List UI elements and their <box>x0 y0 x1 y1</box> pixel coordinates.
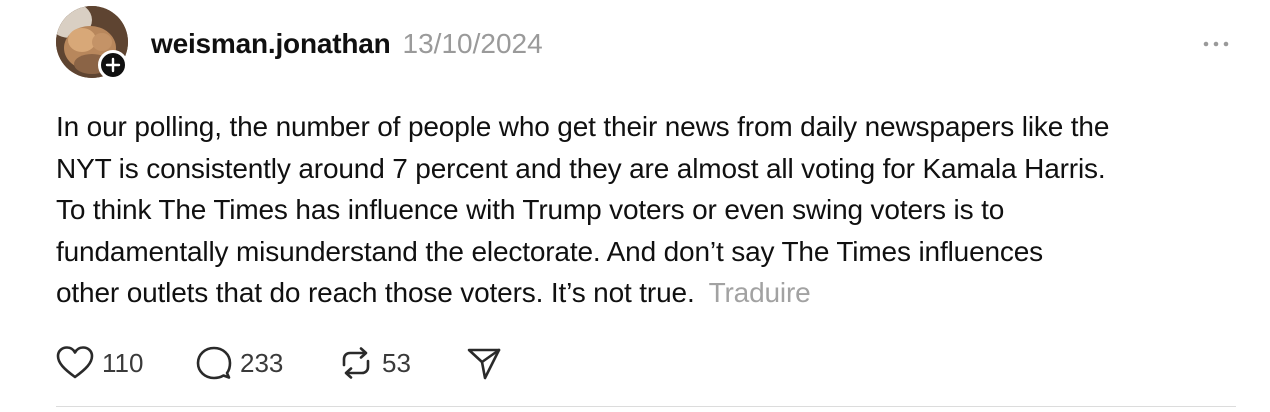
post-body-line: In our polling, the number of people who… <box>56 111 1110 142</box>
more-horizontal-icon <box>1203 41 1229 47</box>
more-options-button[interactable] <box>1196 30 1236 58</box>
post-timestamp: 13/10/2024 <box>402 28 543 59</box>
reply-count: 233 <box>240 347 284 378</box>
heart-icon <box>56 346 94 379</box>
speech-bubble-icon <box>196 346 232 380</box>
paper-plane-icon <box>467 348 501 380</box>
like-count: 110 <box>102 347 144 378</box>
like-button[interactable]: 110 <box>56 341 196 385</box>
post-header: weisman.jonathan 13/10/2024 <box>151 24 543 64</box>
post-body-last-line: other outlets that do reach those voters… <box>56 272 1246 314</box>
follow-button[interactable] <box>98 50 128 80</box>
repost-count: 53 <box>382 347 411 378</box>
divider <box>56 406 1236 407</box>
username-link[interactable]: weisman.jonathan <box>151 28 391 60</box>
post-body-line: other outlets that do reach those voters… <box>56 277 695 308</box>
plus-icon <box>105 57 121 73</box>
translate-link[interactable]: Traduire <box>709 277 811 308</box>
post-card: weisman.jonathan 13/10/2024 In our polli… <box>0 0 1270 412</box>
post-body-line: NYT is consistently around 7 percent and… <box>56 152 1106 184</box>
post-actions: 110 233 53 <box>56 341 502 385</box>
post-body-line: fundamentally misunderstand the electora… <box>56 235 1044 267</box>
repost-button[interactable]: 53 <box>338 341 466 385</box>
reply-button[interactable]: 233 <box>196 341 338 385</box>
repost-icon <box>342 347 370 379</box>
post-body-line: To think The Times has influence with Tr… <box>56 194 1005 225</box>
avatar-container <box>56 6 128 80</box>
share-button[interactable] <box>466 341 502 385</box>
post-body: In our polling, the number of people who… <box>56 106 1246 314</box>
